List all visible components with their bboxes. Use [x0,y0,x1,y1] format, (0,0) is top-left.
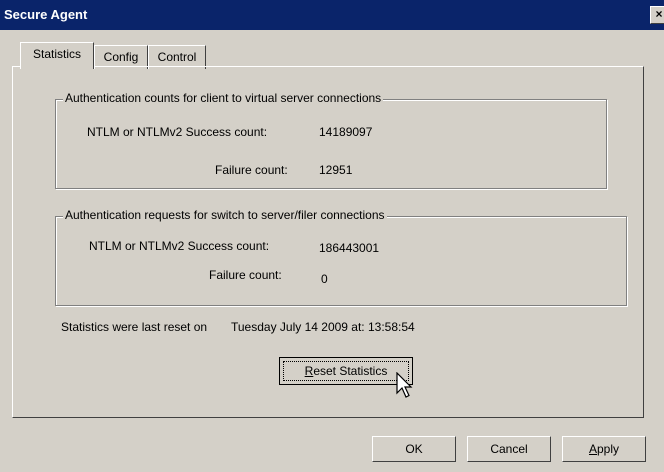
reset-label: Statistics were last reset on [61,320,208,334]
tab-control-label: Control [157,50,197,64]
client-success-label: NTLM or NTLMv2 Success count: [87,125,268,139]
client-failure-label: Failure count: [215,163,288,177]
client-auth-legend: Authentication counts for client to virt… [63,91,384,105]
title-bar[interactable]: Secure Agent × [0,0,664,30]
cancel-label: Cancel [490,442,528,456]
apply-label: pply [597,442,620,456]
statistics-panel: Authentication counts for client to virt… [12,66,644,418]
switch-success-label: NTLM or NTLMv2 Success count: [89,239,270,253]
switch-failure-value: 0 [321,272,328,286]
tab-config-label: Config [103,50,139,64]
apply-button[interactable]: Apply [562,436,646,462]
arrow-pointer-icon [396,372,413,398]
close-button[interactable]: × [650,6,664,24]
close-icon: × [655,7,663,21]
tab-statistics-label: Statistics [32,47,81,61]
focus-ring [283,361,409,381]
client-failure-value: 12951 [319,163,353,177]
switch-success-value: 186443001 [319,241,380,255]
ok-label: OK [405,442,423,456]
reset-timestamp: Tuesday July 14 2009 at: 13:58:54 [231,320,415,334]
ok-button[interactable]: OK [372,436,456,462]
switch-failure-label: Failure count: [209,268,282,282]
apply-accel: A [588,442,597,456]
window-title: Secure Agent [4,7,88,22]
switch-auth-group: Authentication requests for switch to se… [55,208,627,306]
tab-statistics[interactable]: Statistics [20,42,94,69]
reset-statistics-button[interactable]: Reset Statistics [279,357,413,385]
dialog-window: Secure Agent × Statistics Config Control… [0,0,664,472]
switch-auth-legend: Authentication requests for switch to se… [63,208,387,222]
client-success-value: 14189097 [319,125,373,139]
cancel-button[interactable]: Cancel [467,436,551,462]
